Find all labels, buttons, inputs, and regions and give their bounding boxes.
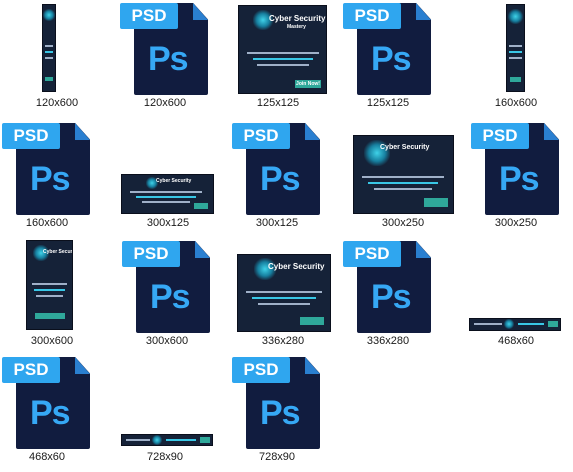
banner-thumbnail: Cyber Security	[237, 254, 331, 332]
file-name: 300x125	[255, 217, 299, 229]
file-item[interactable]: Cyber Security 300x600	[0, 238, 109, 356]
file-item[interactable]: 120x600	[0, 0, 114, 118]
file-item[interactable]: PSD Ps 300x125	[220, 120, 334, 238]
banner-thumbnail: Cyber Security	[121, 174, 214, 214]
file-item[interactable]: PSD Ps 160x600	[0, 120, 104, 238]
file-item[interactable]: Cyber Security 336x280	[226, 238, 340, 356]
file-name: 468x60	[28, 451, 66, 463]
psd-file-icon: PSD Ps	[122, 238, 212, 334]
file-item[interactable]: PSD Ps 125x125	[331, 0, 445, 118]
banner-thumbnail: Cyber Security	[26, 240, 73, 330]
file-name: 728x90	[258, 451, 296, 463]
file-item[interactable]: 728x90	[108, 354, 222, 472]
banner-thumbnail	[469, 318, 561, 331]
file-name: 125x125	[256, 97, 300, 109]
banner-thumbnail: Cyber Security	[353, 135, 454, 214]
file-item[interactable]: PSD Ps 336x280	[331, 238, 445, 356]
file-item[interactable]: Cyber Security Mastery Join Now! 125x125	[221, 0, 335, 118]
psd-file-icon: PSD Ps	[232, 354, 322, 450]
psd-file-icon: PSD Ps	[2, 120, 92, 216]
file-name: 125x125	[366, 97, 410, 109]
file-name: 468x60	[497, 335, 535, 347]
file-name: 300x250	[494, 217, 538, 229]
file-item[interactable]: 468x60	[459, 238, 573, 356]
file-name: 336x280	[366, 335, 410, 347]
file-item[interactable]: PSD Ps 120x600	[108, 0, 222, 118]
file-name: 300x600	[145, 335, 189, 347]
file-name: 120x600	[35, 97, 79, 109]
file-name: 120x600	[143, 97, 187, 109]
file-name: 300x600	[30, 335, 74, 347]
file-item[interactable]: Cyber Security 300x250	[346, 120, 460, 238]
psd-file-icon: PSD Ps	[343, 0, 433, 96]
psd-file-icon: PSD Ps	[471, 120, 561, 216]
file-name: 160x600	[25, 217, 69, 229]
file-item[interactable]: Cyber Security 300x125	[111, 120, 225, 238]
banner-thumbnail	[506, 4, 525, 92]
file-item[interactable]: PSD Ps 468x60	[0, 354, 104, 472]
file-item[interactable]: PSD Ps 728x90	[220, 354, 334, 472]
banner-thumbnail	[121, 434, 213, 446]
file-name: 300x125	[146, 217, 190, 229]
file-name: 336x280	[261, 335, 305, 347]
psd-file-icon: PSD Ps	[2, 354, 92, 450]
file-name: 728x90	[146, 451, 184, 463]
banner-thumbnail	[42, 4, 56, 92]
file-item[interactable]: PSD Ps 300x600	[110, 238, 224, 356]
file-name: 300x250	[381, 217, 425, 229]
file-name: 160x600	[494, 97, 538, 109]
psd-file-icon: PSD Ps	[343, 238, 433, 334]
psd-file-icon: PSD Ps	[120, 0, 210, 96]
psd-file-icon: PSD Ps	[232, 120, 322, 216]
file-item[interactable]: PSD Ps 300x250	[459, 120, 573, 238]
banner-thumbnail: Cyber Security Mastery Join Now!	[238, 5, 327, 94]
file-item[interactable]: 160x600	[459, 0, 573, 118]
